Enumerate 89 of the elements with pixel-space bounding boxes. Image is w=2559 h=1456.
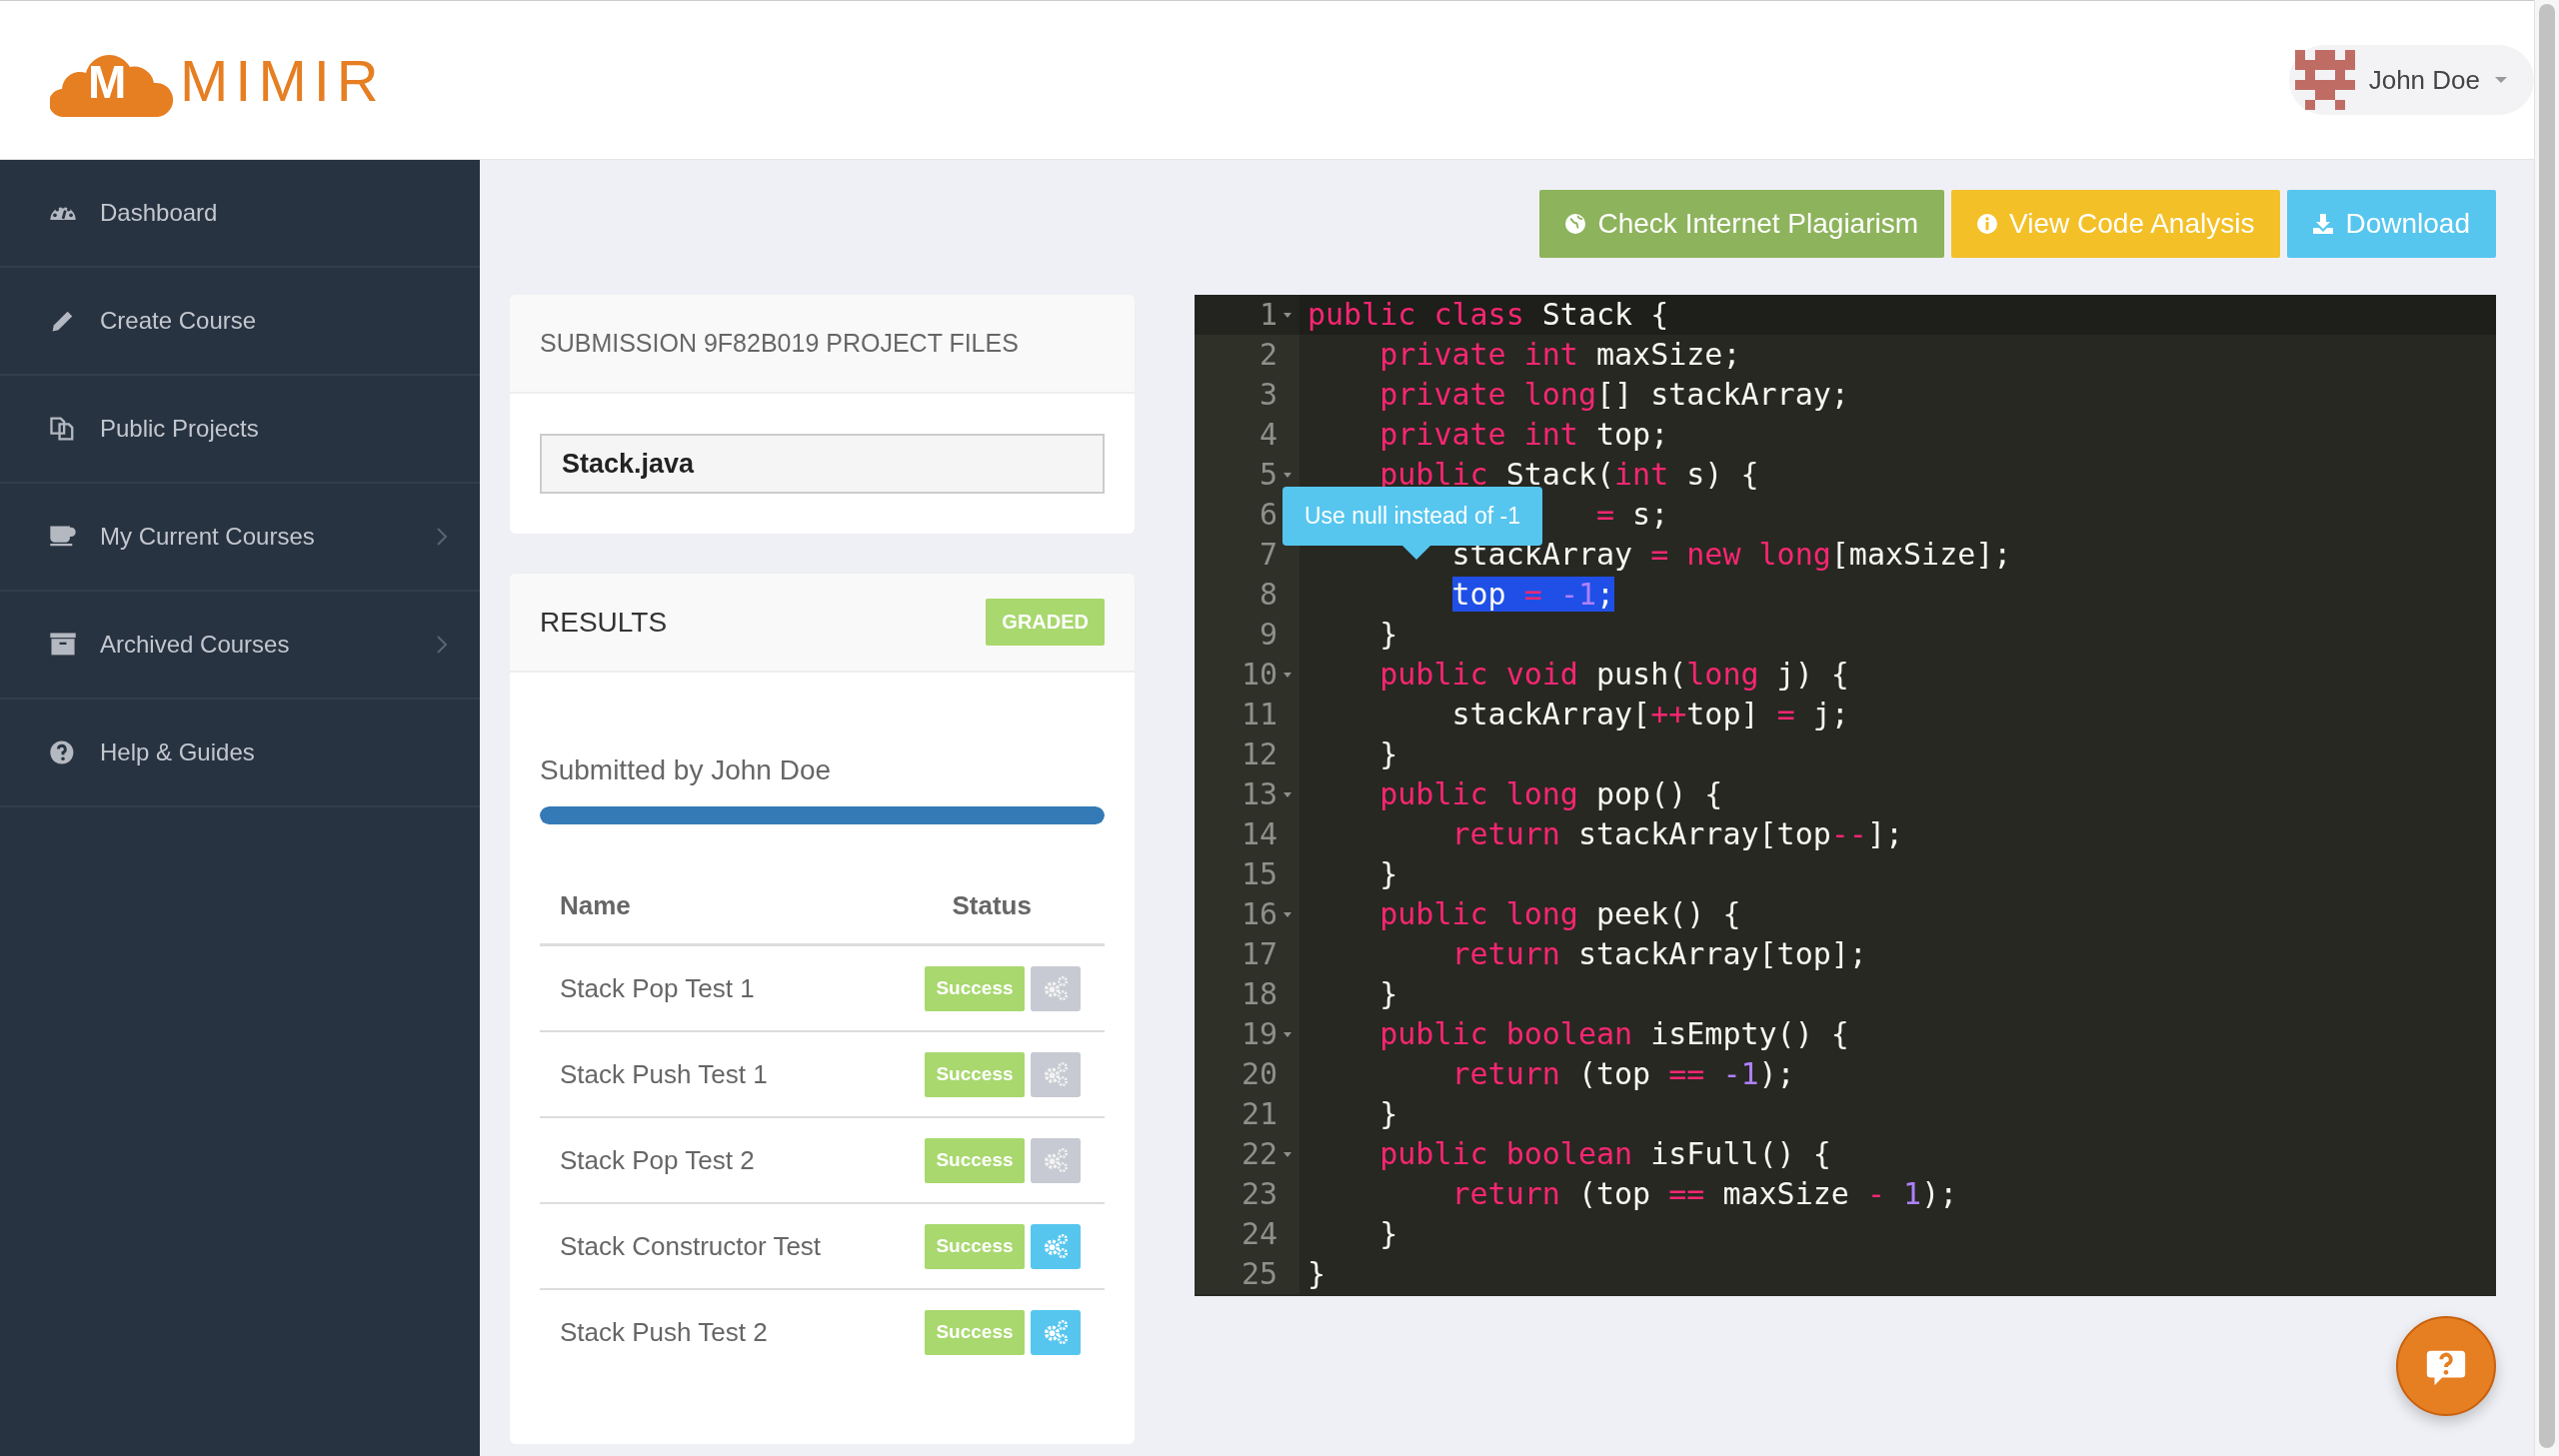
test-name: Stack Constructor Test	[540, 1203, 880, 1289]
help-chat-button[interactable]	[2396, 1316, 2496, 1416]
code-line: }	[1379, 617, 1398, 652]
line-number: 23	[1241, 1175, 1278, 1213]
graded-badge: GRADED	[986, 599, 1105, 646]
line-number: 22	[1241, 1135, 1278, 1173]
user-menu[interactable]: John Doe	[2288, 45, 2534, 115]
fold-caret-icon[interactable]	[1281, 310, 1293, 320]
line-number: 3	[1259, 376, 1278, 414]
column-header: Status	[879, 880, 1105, 945]
file-item[interactable]: Stack.java	[540, 434, 1105, 494]
line-number: 8	[1259, 576, 1278, 614]
gears-icon	[1042, 1060, 1070, 1088]
code-line: private long[] stackArray;	[1379, 377, 1849, 412]
line-number: 2	[1259, 336, 1278, 374]
test-name: Stack Push Test 1	[540, 1031, 880, 1117]
caret-icon	[2494, 75, 2508, 85]
line-number: 24	[1241, 1215, 1278, 1253]
line-number: 21	[1241, 1095, 1278, 1133]
code-line: }	[1379, 736, 1398, 771]
code-line: public boolean isEmpty() {	[1379, 1016, 1849, 1051]
status-badge: Success	[925, 1137, 1025, 1183]
fold-caret-icon[interactable]	[1281, 1149, 1293, 1159]
line-number: 13	[1241, 775, 1278, 813]
info-icon	[1975, 212, 2000, 236]
code-line: public Stack(int s) {	[1379, 457, 1759, 492]
fold-caret-icon[interactable]	[1281, 789, 1293, 799]
code-line: }	[1379, 856, 1398, 891]
line-number: 11	[1241, 696, 1278, 733]
code-line: public void push(long j) {	[1379, 657, 1849, 692]
fold-caret-icon[interactable]	[1281, 670, 1293, 680]
scrollbar[interactable]	[2534, 0, 2559, 1456]
code-line: }	[1379, 976, 1398, 1011]
line-number: 25	[1241, 1255, 1278, 1293]
fold-caret-icon[interactable]	[1281, 1029, 1293, 1039]
gears-icon	[1042, 974, 1070, 1002]
line-number: 7	[1259, 536, 1278, 574]
logo-text: MIMIR	[180, 46, 386, 114]
code-line: public class Stack {	[1307, 297, 1669, 332]
gears-icon	[1042, 1146, 1070, 1174]
avatar-icon	[2294, 50, 2355, 110]
code-line: public long pop() {	[1379, 776, 1723, 811]
submitted-by-text: Submitted by John Doe	[540, 754, 833, 786]
code-line: }	[1379, 1096, 1398, 1131]
code-line: return (top == -1);	[1451, 1056, 1795, 1091]
line-number: 14	[1241, 815, 1278, 853]
code-line: stackArray = new long[maxSize];	[1451, 537, 2012, 572]
code-line: stackArray[++top] = j;	[1451, 697, 1849, 731]
selected-code: top = -1;	[1451, 577, 1615, 612]
status-badge: Success	[925, 1051, 1025, 1097]
code-line: = s;	[1596, 497, 1669, 532]
test-name: Stack Pop Test 1	[540, 944, 880, 1031]
test-name: Stack Pop Test 2	[540, 1117, 880, 1203]
gears-icon	[1042, 1318, 1070, 1346]
status-badge: Success	[925, 965, 1025, 1011]
line-number: 9	[1259, 616, 1278, 654]
line-number: 19	[1241, 1015, 1278, 1053]
line-number: 16	[1241, 895, 1278, 933]
line-number: 18	[1241, 975, 1278, 1013]
logo-letter: M	[88, 59, 127, 105]
globe-icon	[1563, 212, 1588, 236]
code-line: }	[1379, 1216, 1398, 1251]
line-number: 17	[1241, 935, 1278, 973]
line-number: 1	[1259, 296, 1278, 334]
code-line: public boolean isFull() {	[1379, 1136, 1831, 1171]
column-header: Name	[540, 880, 880, 945]
code-line: private int maxSize;	[1379, 337, 1741, 372]
line-number: 10	[1241, 656, 1278, 694]
code-line: public long peek() {	[1379, 896, 1741, 931]
gears-icon	[1042, 1232, 1070, 1260]
fold-caret-icon[interactable]	[1281, 909, 1293, 919]
panel-title: SUBMISSION 9F82B019 PROJECT FILES	[540, 329, 1019, 358]
test-name: Stack Push Test 2	[540, 1289, 880, 1374]
download-icon	[2311, 212, 2336, 236]
line-number: 6	[1259, 496, 1278, 534]
line-number: 15	[1241, 855, 1278, 893]
code-line: return (top == maxSize - 1);	[1451, 1176, 1958, 1211]
fold-caret-icon[interactable]	[1281, 470, 1293, 480]
panel-title: RESULTS	[540, 606, 668, 639]
status-badge: Success	[925, 1309, 1025, 1355]
code-line: return stackArray[top];	[1451, 936, 1867, 971]
line-number: 12	[1241, 735, 1278, 773]
line-number: 5	[1259, 456, 1278, 494]
code-line: return stackArray[top--];	[1451, 816, 1904, 851]
line-number: 20	[1241, 1055, 1278, 1093]
code-line: private int top;	[1379, 417, 1669, 452]
code-line: }	[1307, 1256, 1326, 1291]
status-badge: Success	[925, 1223, 1025, 1269]
line-number: 4	[1259, 416, 1278, 454]
